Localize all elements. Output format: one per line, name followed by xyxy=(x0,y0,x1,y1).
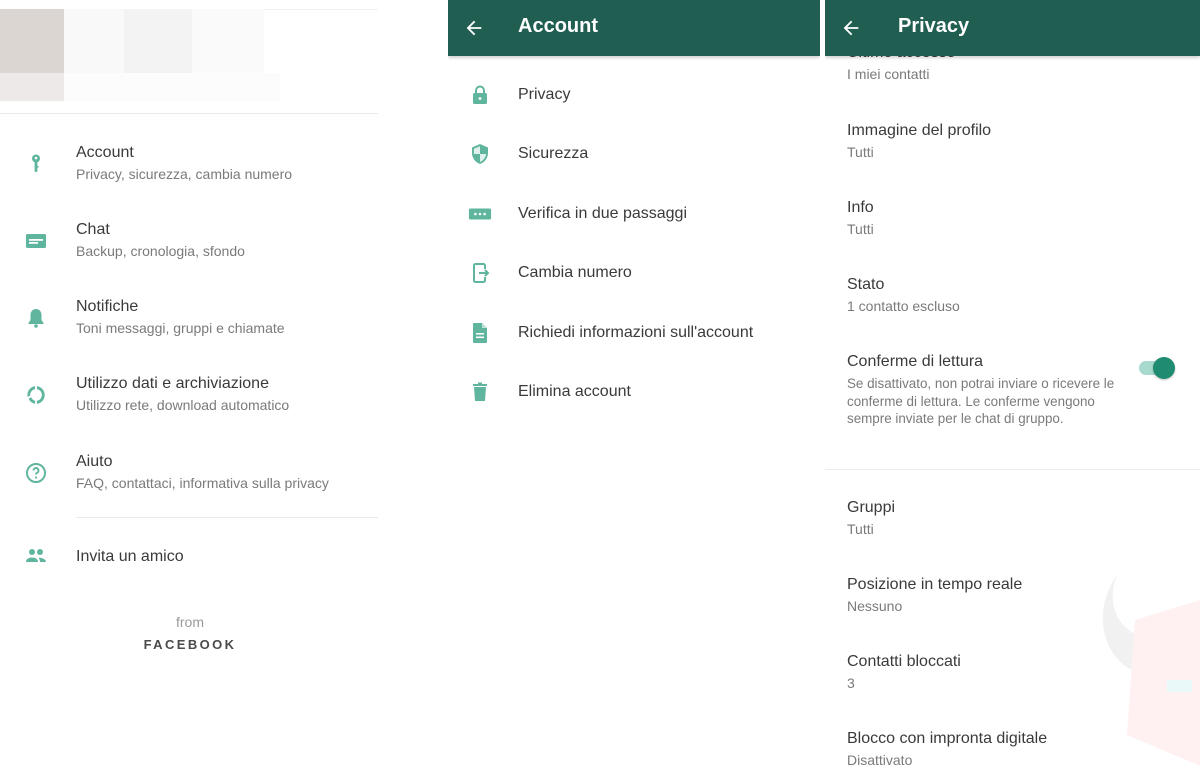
change-number-icon xyxy=(468,261,492,285)
back-arrow-icon[interactable] xyxy=(460,14,488,42)
account-item-label: Verifica in due passaggi xyxy=(518,205,687,222)
bell-icon xyxy=(24,306,48,330)
privacy-item-title: Conferme di lettura xyxy=(847,353,984,370)
app-bar: Privacy xyxy=(825,0,1200,56)
page-title: Privacy xyxy=(898,15,970,37)
privacy-item-title: Contatti bloccati xyxy=(847,653,961,670)
account-item-label: Elimina account xyxy=(518,383,631,400)
divider xyxy=(0,113,378,114)
divider xyxy=(76,517,378,518)
account-item-privacy[interactable]: Privacy xyxy=(448,67,820,123)
avatar-blur xyxy=(0,73,64,101)
settings-item-subtitle: Backup, cronologia, sfondo xyxy=(76,243,245,259)
facebook-brand: FACEBOOK xyxy=(143,637,237,652)
privacy-item-value: 3 xyxy=(847,675,855,691)
settings-item-subtitle: Utilizzo rete, download automatico xyxy=(76,397,290,413)
settings-item-help[interactable]: Aiuto FAQ, contattaci, informativa sulla… xyxy=(0,453,378,513)
settings-item-notifications[interactable]: Notifiche Toni messaggi, gruppi e chiama… xyxy=(0,298,378,358)
account-item-delete[interactable]: Elimina account xyxy=(448,364,820,420)
profile-name-blurred xyxy=(64,9,264,73)
settings-item-title: Notifiche xyxy=(76,298,139,315)
settings-item-subtitle: Toni messaggi, gruppi e chiamate xyxy=(76,320,285,336)
privacy-item-fingerprint-lock[interactable]: Blocco con impronta digitale Disattivato xyxy=(825,730,1200,766)
account-item-label: Cambia numero xyxy=(518,264,632,281)
profile-status-blurred xyxy=(64,73,280,101)
account-item-label: Sicurezza xyxy=(518,145,589,162)
trash-icon xyxy=(468,380,492,404)
back-arrow-icon[interactable] xyxy=(837,14,865,42)
settings-item-title: Chat xyxy=(76,221,110,238)
settings-item-title: Account xyxy=(76,144,134,161)
settings-item-subtitle: Privacy, sicurezza, cambia numero xyxy=(76,166,293,182)
settings-item-account[interactable]: Account Privacy, sicurezza, cambia numer… xyxy=(0,144,378,204)
settings-item-title: Utilizzo dati e archiviazione xyxy=(76,375,269,392)
privacy-item-title: Gruppi xyxy=(847,499,896,516)
read-receipts-toggle[interactable] xyxy=(1137,357,1175,379)
privacy-item-title: Stato xyxy=(847,276,885,293)
privacy-item-value: Nessuno xyxy=(847,598,903,614)
avatar[interactable] xyxy=(0,9,64,73)
two-step-icon xyxy=(468,202,492,226)
key-icon xyxy=(24,152,48,176)
from-label: from xyxy=(176,614,204,630)
account-item-change-number[interactable]: Cambia numero xyxy=(448,245,820,301)
settings-item-subtitle: FAQ, contattaci, informativa sulla priva… xyxy=(76,475,329,491)
settings-item-invite[interactable]: Invita un amico xyxy=(0,540,378,580)
privacy-item-value: 1 contatto escluso xyxy=(847,298,960,314)
toggle-thumb xyxy=(1153,357,1175,379)
privacy-item-blocked-contacts[interactable]: Contatti bloccati 3 xyxy=(825,653,1200,703)
account-panel: Account Privacy Sicurezza Verifica in du… xyxy=(448,0,820,766)
app-bar: Account xyxy=(448,0,820,56)
page-title: Account xyxy=(518,15,598,37)
account-item-security[interactable]: Sicurezza xyxy=(448,126,820,182)
settings-item-chat[interactable]: Chat Backup, cronologia, sfondo xyxy=(0,221,378,281)
privacy-item-title: Posizione in tempo reale xyxy=(847,576,1023,593)
privacy-item-value: Tutti xyxy=(847,521,874,537)
privacy-item-value: Tutti xyxy=(847,144,874,160)
privacy-panel: Privacy Ultimo accesso I miei contatti I… xyxy=(825,0,1200,766)
privacy-item-groups[interactable]: Gruppi Tutti xyxy=(825,499,1200,549)
account-item-label: Richiedi informazioni sull'account xyxy=(518,324,754,341)
document-icon xyxy=(468,321,492,345)
privacy-item-status[interactable]: Stato 1 contatto escluso xyxy=(825,276,1200,326)
read-receipts-description: Se disattivato, non potrai inviare o ric… xyxy=(847,376,1115,426)
lock-icon xyxy=(468,83,492,107)
privacy-item-title: Immagine del profilo xyxy=(847,122,992,139)
privacy-item-title: Blocco con impronta digitale xyxy=(847,730,1048,747)
privacy-item-value: Tutti xyxy=(847,221,874,237)
privacy-item-value: I miei contatti xyxy=(847,66,930,82)
people-icon xyxy=(24,544,48,568)
privacy-item-live-location[interactable]: Posizione in tempo reale Nessuno xyxy=(825,576,1200,626)
account-item-two-step[interactable]: Verifica in due passaggi xyxy=(448,186,820,242)
settings-panel: Account Privacy, sicurezza, cambia numer… xyxy=(0,0,440,766)
settings-item-data-storage[interactable]: Utilizzo dati e archiviazione Utilizzo r… xyxy=(0,375,378,435)
account-item-label: Privacy xyxy=(518,86,571,103)
profile-header[interactable] xyxy=(0,0,440,114)
data-usage-icon xyxy=(24,383,48,407)
privacy-item-value: Disattivato xyxy=(847,752,913,766)
invite-friend-label: Invita un amico xyxy=(76,548,184,565)
settings-item-title: Aiuto xyxy=(76,453,113,470)
privacy-item-title: Info xyxy=(847,199,874,216)
account-item-request-info[interactable]: Richiedi informazioni sull'account xyxy=(448,305,820,361)
privacy-item-about[interactable]: Info Tutti xyxy=(825,199,1200,249)
privacy-item-profile-photo[interactable]: Immagine del profilo Tutti xyxy=(825,122,1200,172)
chat-icon xyxy=(24,229,48,253)
divider xyxy=(825,469,1200,470)
shield-icon xyxy=(468,142,492,166)
help-icon xyxy=(24,461,48,485)
